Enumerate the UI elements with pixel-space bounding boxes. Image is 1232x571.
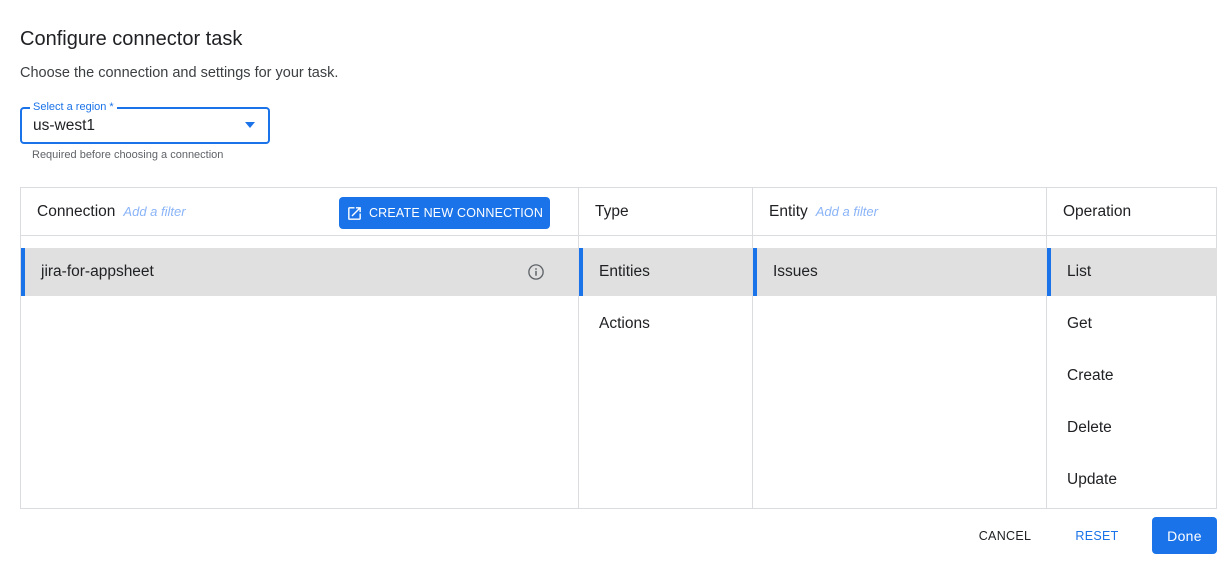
create-new-connection-label: CREATE NEW CONNECTION (368, 206, 544, 220)
create-new-connection-button[interactable]: CREATE NEW CONNECTION (339, 197, 550, 229)
connection-item-label: jira-for-appsheet (41, 263, 154, 280)
operation-column-title: Operation (1063, 202, 1132, 220)
operation-column: Operation List Get Create Delete Update (1046, 188, 1217, 508)
operation-item-delete[interactable]: Delete (1047, 404, 1217, 452)
region-select[interactable]: Select a region * us-west1 (20, 101, 270, 144)
operation-item-label: Delete (1067, 419, 1112, 436)
open-in-new-icon (348, 206, 361, 220)
info-icon[interactable] (527, 263, 545, 281)
cancel-button[interactable]: CANCEL (969, 517, 1041, 554)
connection-column-header: Connection Add a filter CREATE NEW CONNE… (21, 188, 578, 236)
dialog-title: Configure connector task (20, 28, 243, 50)
region-select-label: Select a region * (30, 101, 117, 114)
operation-item-label: Update (1067, 471, 1117, 488)
operation-item-update[interactable]: Update (1047, 456, 1217, 504)
type-column-header: Type (579, 188, 752, 236)
operation-item-label: Create (1067, 367, 1114, 384)
entity-item-issues[interactable]: Issues (753, 248, 1047, 296)
type-item-entities[interactable]: Entities (579, 248, 752, 296)
operation-item-create[interactable]: Create (1047, 352, 1217, 400)
operation-item-get[interactable]: Get (1047, 300, 1217, 348)
done-button[interactable]: Done (1152, 517, 1217, 554)
operation-item-label: List (1067, 263, 1092, 280)
connection-item-jira-for-appsheet[interactable]: jira-for-appsheet (21, 248, 578, 296)
type-column-title: Type (595, 202, 629, 220)
operation-column-header: Operation (1047, 188, 1217, 236)
entity-column-header: Entity Add a filter (753, 188, 1047, 236)
entity-column-title: Entity (769, 202, 808, 220)
connection-column: Connection Add a filter CREATE NEW CONNE… (21, 188, 578, 508)
region-hint: Required before choosing a connection (32, 149, 224, 161)
region-select-value: us-west1 (33, 117, 96, 134)
connection-filter-input[interactable]: Add a filter (123, 204, 185, 219)
dialog-subtitle: Choose the connection and settings for y… (20, 65, 339, 81)
connection-column-title: Connection (37, 202, 116, 220)
type-column: Type Entities Actions (578, 188, 752, 508)
entity-item-label: Issues (773, 263, 818, 280)
entity-filter-input[interactable]: Add a filter (816, 204, 878, 219)
type-item-actions[interactable]: Actions (579, 300, 752, 348)
entity-column: Entity Add a filter Issues (752, 188, 1047, 508)
operation-item-label: Get (1067, 315, 1092, 332)
dropdown-caret-icon[interactable] (245, 122, 255, 128)
operation-item-list[interactable]: List (1047, 248, 1217, 296)
type-item-label: Actions (599, 315, 650, 332)
type-item-label: Entities (599, 263, 650, 280)
connector-selection-grid: Connection Add a filter CREATE NEW CONNE… (20, 187, 1217, 509)
reset-button[interactable]: RESET (1065, 517, 1129, 554)
